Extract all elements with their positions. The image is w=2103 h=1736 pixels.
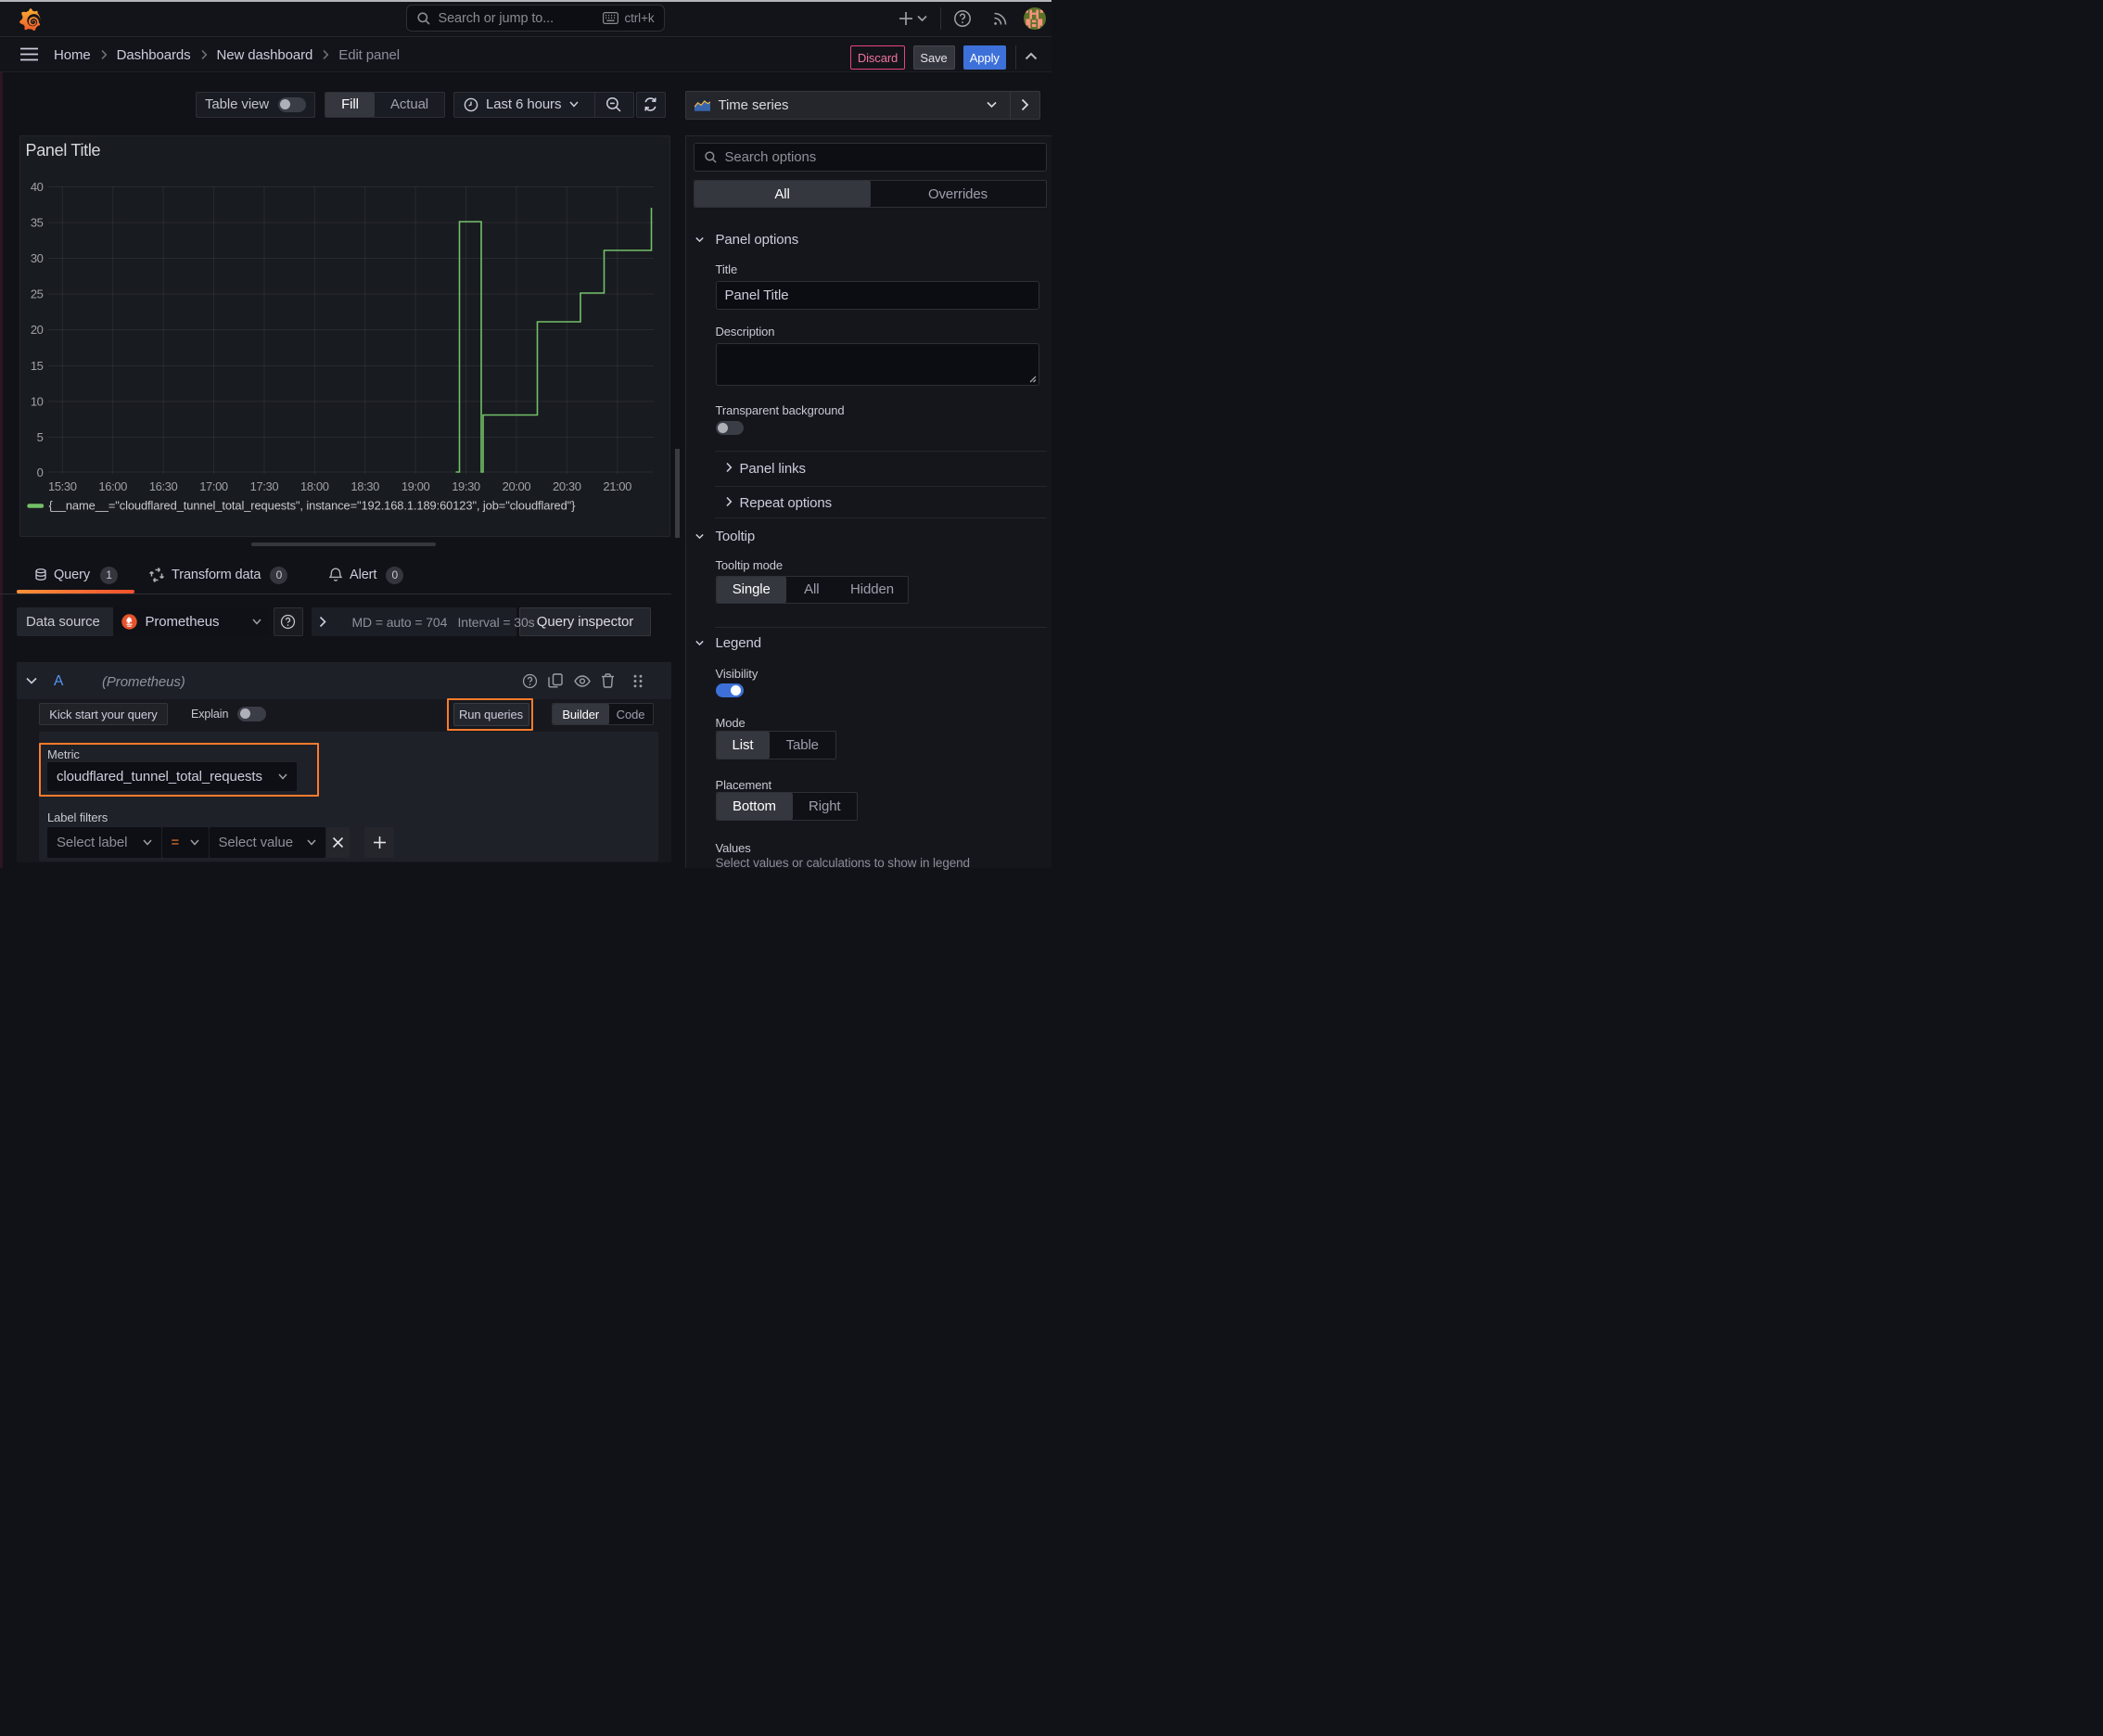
svg-text:5: 5 [37, 430, 44, 444]
svg-text:15:30: 15:30 [48, 479, 77, 493]
svg-text:21:00: 21:00 [603, 479, 631, 493]
svg-text:{__name__="cloudflared_tunnel_: {__name__="cloudflared_tunnel_total_requ… [49, 499, 577, 513]
svg-text:17:00: 17:00 [199, 479, 228, 493]
svg-text:0: 0 [37, 466, 44, 479]
svg-text:16:00: 16:00 [98, 479, 127, 493]
svg-text:19:30: 19:30 [452, 479, 480, 493]
svg-text:10: 10 [31, 395, 44, 409]
svg-text:40: 40 [31, 180, 44, 194]
svg-text:19:00: 19:00 [401, 479, 430, 493]
svg-text:20:00: 20:00 [503, 479, 531, 493]
svg-text:25: 25 [31, 287, 44, 301]
svg-text:18:30: 18:30 [350, 479, 379, 493]
svg-text:18:00: 18:00 [300, 479, 329, 493]
svg-text:20: 20 [31, 323, 44, 337]
svg-text:17:30: 17:30 [250, 479, 279, 493]
svg-text:35: 35 [31, 216, 44, 230]
svg-text:15: 15 [31, 359, 44, 373]
svg-text:16:30: 16:30 [149, 479, 178, 493]
svg-text:30: 30 [31, 251, 44, 265]
svg-text:20:30: 20:30 [553, 479, 581, 493]
